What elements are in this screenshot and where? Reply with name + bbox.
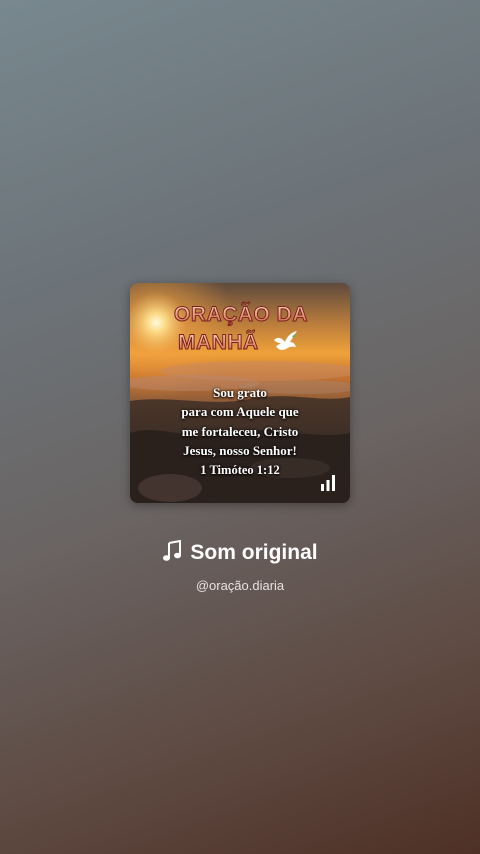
verse-line: me fortaleceu, Cristo	[181, 424, 299, 439]
audio-bars-icon	[321, 475, 335, 491]
verse-line: Jesus, nosso Senhor!	[183, 443, 297, 458]
sound-cover-card[interactable]: ORAÇÃO DA MANHÃ Sou grato para com Aquel…	[130, 283, 350, 503]
verse-line: Sou grato	[213, 385, 267, 400]
author-handle[interactable]: @oração.diaria	[0, 578, 480, 594]
cover-title-line-2: MANHÃ	[178, 331, 259, 354]
verse-reference: 1 Timóteo 1:12	[200, 463, 280, 477]
sound-title[interactable]: Som original	[0, 540, 480, 566]
verse-line: para com Aquele que	[181, 404, 299, 419]
music-note-icon	[163, 540, 182, 561]
cover-title-line-1: ORAÇÃO DA	[174, 303, 309, 326]
dove-icon	[274, 331, 297, 350]
sound-title-text: Som original	[190, 541, 318, 564]
